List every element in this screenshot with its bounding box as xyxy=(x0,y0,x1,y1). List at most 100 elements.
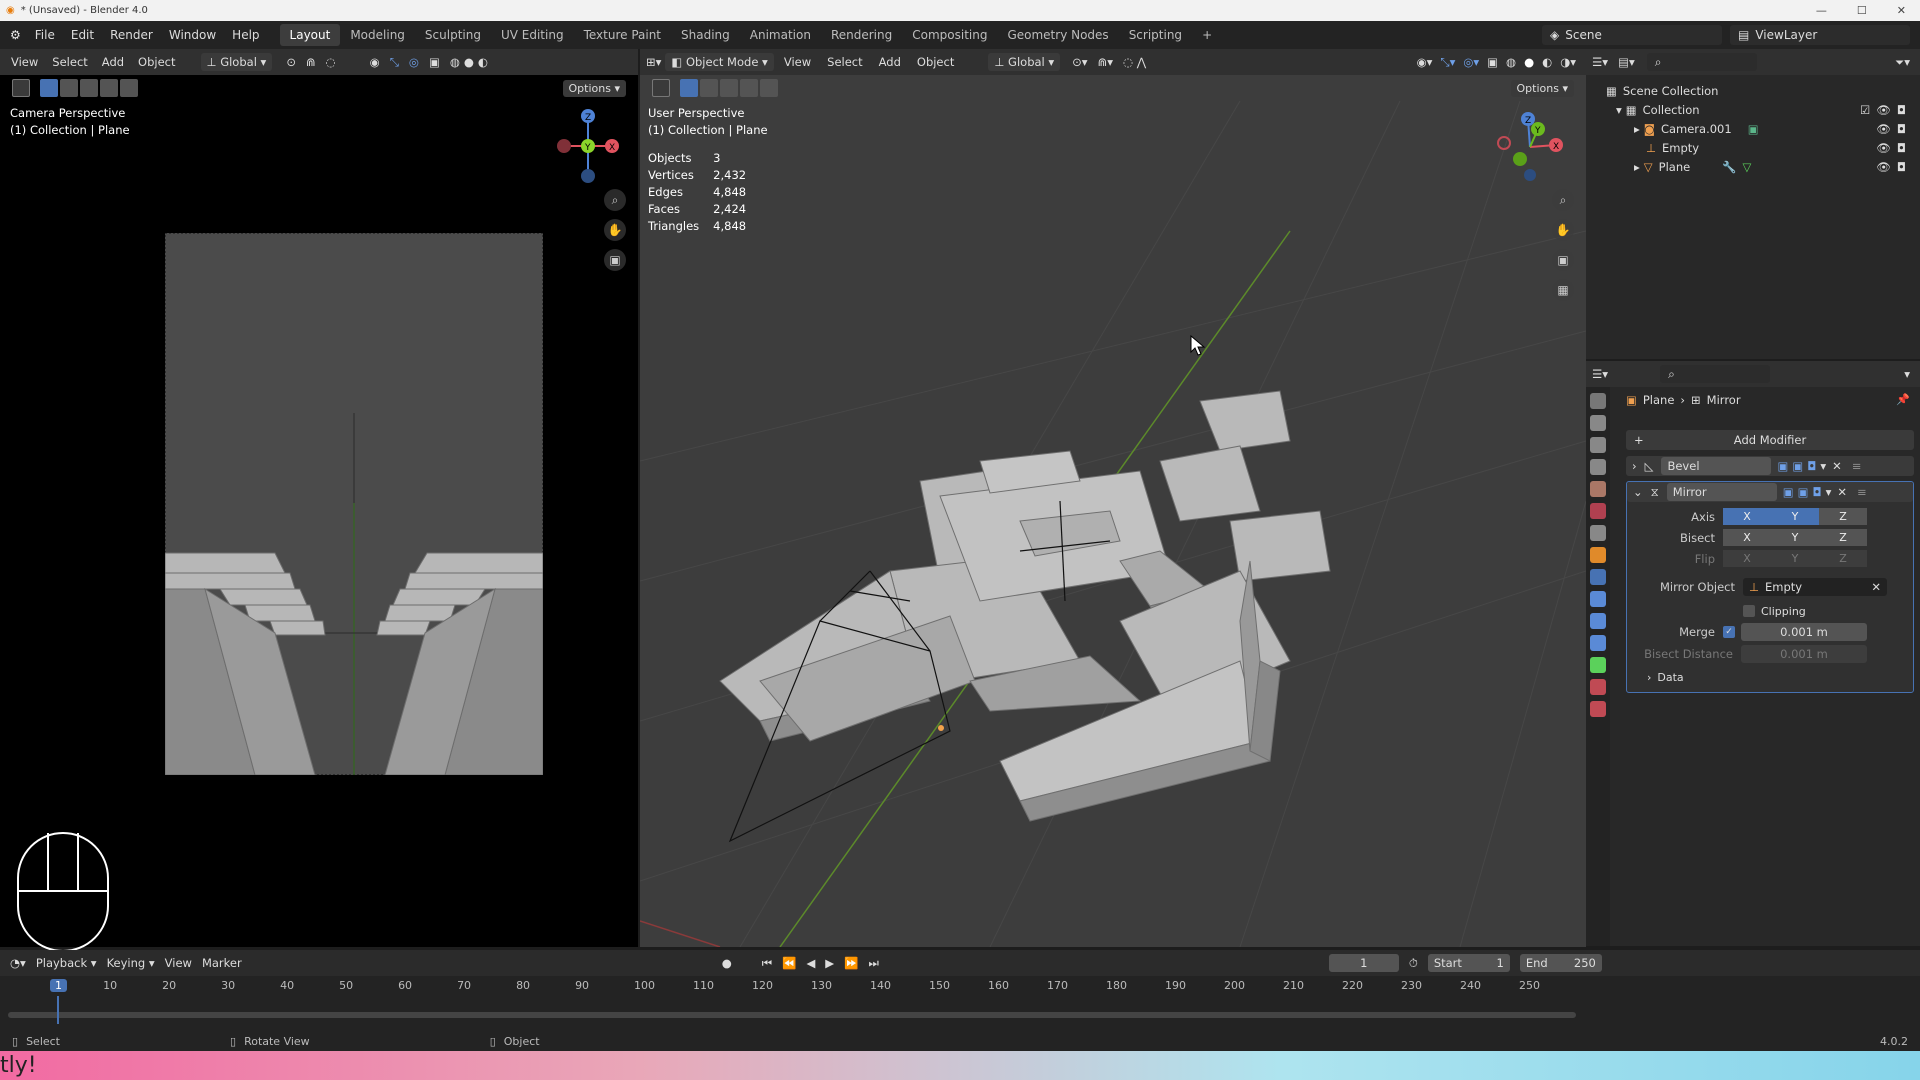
main-select-invert-icon[interactable] xyxy=(740,79,758,97)
menu-window[interactable]: Window xyxy=(161,28,224,42)
main-proportional-icon[interactable]: ◌ ⋀ xyxy=(1123,55,1146,69)
pivot-icon[interactable]: ⊙ xyxy=(286,55,296,69)
left-options-button[interactable]: Options ▾ xyxy=(562,79,626,97)
main-solid-icon[interactable]: ● xyxy=(1524,55,1534,70)
snap-icon[interactable]: ⋒ xyxy=(306,55,316,69)
checkbox-icon[interactable]: ☑ xyxy=(1860,103,1870,117)
main-overlay-icon[interactable]: ◎▾ xyxy=(1463,55,1479,70)
main-select-box-icon[interactable] xyxy=(680,79,698,97)
pan-hand-icon[interactable]: ✋ xyxy=(604,219,626,241)
particles-tab-icon[interactable] xyxy=(1590,591,1606,607)
main-visibility-icon[interactable]: ◉▾ xyxy=(1417,55,1433,70)
object-mode-dropdown[interactable]: ◧ Object Mode ▾ xyxy=(665,53,774,71)
tool-tab-icon[interactable] xyxy=(1590,393,1606,409)
pin-icon[interactable]: 📌 xyxy=(1896,393,1910,406)
outliner-row-empty[interactable]: ⊥ Empty 👁 ◘ xyxy=(1586,138,1920,157)
proportional-icon[interactable]: ◌ xyxy=(326,55,336,69)
outliner-search-field[interactable]: ⌕ xyxy=(1646,53,1757,71)
tab-sculpting[interactable]: Sculpting xyxy=(415,24,491,46)
left-menu-add[interactable]: Add xyxy=(97,55,129,69)
output-tab-icon[interactable] xyxy=(1590,437,1606,453)
main-gizmo-icon[interactable]: ⤡▾ xyxy=(1440,55,1455,70)
main-xray-icon[interactable]: ▣ xyxy=(1487,55,1498,70)
chevron-down-icon[interactable]: ⌄ xyxy=(1633,485,1643,499)
outliner-row-scene-collection[interactable]: ▦ Scene Collection xyxy=(1586,81,1920,100)
properties-editor-icon[interactable]: ☰▾ xyxy=(1592,367,1608,381)
clipping-checkbox[interactable] xyxy=(1743,605,1755,617)
main-options-button[interactable]: Options ▾ xyxy=(1510,79,1574,97)
main-material-icon[interactable]: ◐ xyxy=(1542,55,1552,70)
object-tab-icon[interactable] xyxy=(1590,547,1606,563)
select-intersect-icon[interactable] xyxy=(120,79,138,97)
axis-z-toggle[interactable]: Z xyxy=(1819,508,1867,525)
jump-end-icon[interactable]: ⏭ xyxy=(868,956,878,971)
render-camera-icon[interactable]: ◘ xyxy=(1897,160,1906,174)
maximize-icon[interactable]: ☐ xyxy=(1857,4,1867,17)
main-pan-hand-icon[interactable]: ✋ xyxy=(1552,219,1574,241)
clear-field-icon[interactable]: ✕ xyxy=(1871,580,1881,594)
record-icon[interactable]: ● xyxy=(722,956,732,970)
material-tab-icon[interactable] xyxy=(1590,679,1606,695)
world-tab-icon[interactable] xyxy=(1590,503,1606,519)
xray-icon[interactable]: ▣ xyxy=(429,55,440,69)
data-subpanel[interactable]: › Data xyxy=(1627,665,1913,689)
shading-wire-icon[interactable]: ◍ xyxy=(450,55,460,69)
eye-icon[interactable]: 👁 xyxy=(1876,141,1891,155)
main-pivot-icon[interactable]: ⊙▾ xyxy=(1072,55,1087,69)
menu-edit[interactable]: Edit xyxy=(63,28,102,42)
eye-icon[interactable]: 👁 xyxy=(1876,160,1891,174)
physics-tab-icon[interactable] xyxy=(1590,613,1606,629)
timeline-scrollbar[interactable] xyxy=(8,1012,1576,1018)
menu-playback[interactable]: Playback ▾ xyxy=(36,956,97,970)
select-subtract-icon[interactable] xyxy=(80,79,98,97)
shading-solid-icon[interactable]: ● xyxy=(464,55,474,69)
main-select-intersect-icon[interactable] xyxy=(760,79,778,97)
main-rendered-icon[interactable]: ◑▾ xyxy=(1560,55,1576,70)
merge-value-field[interactable]: 0.001 m xyxy=(1741,623,1867,641)
tab-texture-paint[interactable]: Texture Paint xyxy=(574,24,671,46)
left-navigation-gizmo[interactable]: Z X Y xyxy=(540,104,620,184)
main-menu-add[interactable]: Add xyxy=(873,55,907,69)
main-snap-icon[interactable]: ⋒▾ xyxy=(1098,55,1113,69)
left-transform-orientation[interactable]: ⊥ Global ▾ xyxy=(200,53,273,71)
overlay-toggle-icon[interactable]: ◎ xyxy=(409,55,419,69)
tab-modeling[interactable]: Modeling xyxy=(340,24,415,46)
select-box-icon[interactable] xyxy=(40,79,58,97)
eye-icon[interactable]: 👁 xyxy=(1876,103,1891,117)
eye-icon[interactable]: 👁 xyxy=(1876,122,1891,136)
axis-y-toggle[interactable]: Y xyxy=(1771,508,1819,525)
tab-shading[interactable]: Shading xyxy=(671,24,740,46)
visibility-icon[interactable]: ◉ xyxy=(370,55,380,69)
mirror-name-field[interactable]: Mirror xyxy=(1666,483,1777,501)
select-invert-icon[interactable] xyxy=(100,79,118,97)
collection-tab-icon[interactable] xyxy=(1590,525,1606,541)
ortho-grid-icon[interactable]: ▦ xyxy=(1552,279,1574,301)
tab-layout[interactable]: Layout xyxy=(279,24,341,46)
tab-geometry-nodes[interactable]: Geometry Nodes xyxy=(997,24,1118,46)
dropdown-icon[interactable]: ▾ xyxy=(1820,459,1826,473)
main-select-subtract-icon[interactable] xyxy=(720,79,738,97)
gizmo-toggle-icon[interactable]: ⤡ xyxy=(390,55,399,70)
add-modifier-button[interactable]: + Add Modifier xyxy=(1626,430,1914,450)
tab-animation[interactable]: Animation xyxy=(740,24,821,46)
menu-render[interactable]: Render xyxy=(102,28,161,42)
render-camera-icon[interactable]: ◘ xyxy=(1897,122,1906,136)
add-workspace-icon[interactable]: + xyxy=(1192,24,1222,46)
tab-rendering[interactable]: Rendering xyxy=(821,24,902,46)
blender-menu-icon[interactable]: ⚙ xyxy=(10,28,21,42)
modifier-tab-icon[interactable] xyxy=(1590,569,1606,585)
drag-handle-icon[interactable]: ≡ xyxy=(1852,459,1862,473)
jump-start-icon[interactable]: ⏮ xyxy=(762,956,772,971)
menu-timeline-view[interactable]: View xyxy=(165,956,192,970)
scene-tab-icon[interactable] xyxy=(1590,481,1606,497)
main-menu-select[interactable]: Select xyxy=(821,55,868,69)
render-toggle-icon[interactable]: ◘ xyxy=(1812,485,1821,499)
prev-keyframe-icon[interactable]: ⏪ xyxy=(782,956,796,970)
outliner-editor-icon[interactable]: ☰▾ xyxy=(1592,55,1608,69)
camera-viewport[interactable]: View Select Add Object ⊥ Global ▾ ⊙ ⋒ ◌ … xyxy=(0,49,638,952)
main-viewport[interactable]: ⊞▾ ◧ Object Mode ▾ View Select Add Objec… xyxy=(640,49,1586,947)
next-keyframe-icon[interactable]: ⏩ xyxy=(844,956,858,970)
main-navigation-gizmo[interactable]: Z X Y xyxy=(1490,107,1570,187)
select-tool-icon[interactable] xyxy=(12,79,30,97)
texture-tab-icon[interactable] xyxy=(1590,701,1606,717)
